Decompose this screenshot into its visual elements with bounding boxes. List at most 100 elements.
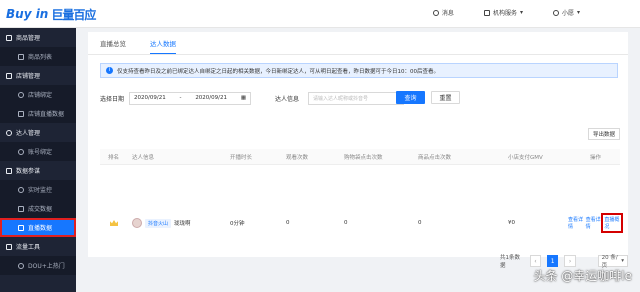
gmv-cell: ¥0 [508,220,515,226]
chevron-down-icon: ▾ [519,9,523,16]
column-header-gmv[interactable]: 小店支付GMV [508,149,543,164]
list-icon [18,53,24,60]
row-actions: 查看详情 查看详情 直播概况 [568,208,623,238]
influencer-name: 珑珑啊 [174,221,191,227]
shop-icon [6,72,12,79]
sidebar-item-label: 商品列表 [28,54,53,61]
tabs-divider [88,54,628,55]
sidebar-item-label: 账号绑定 [28,149,53,156]
logo-zh-text: 巨量百应 [51,7,96,22]
user-name: 小愿 [561,10,574,17]
next-page-button[interactable]: › [564,255,576,267]
sidebar-item-live-data[interactable]: 直播数据 [0,218,76,237]
chevron-down-icon: ▾ [621,258,625,264]
column-header-cart-clicks[interactable]: 购物袋点击次数 [344,149,383,164]
sidebar-item-realtime-monitor[interactable]: 实时监控 [0,180,76,199]
main-panel: 直播总览 达人数据 i 仅支持查看昨日及之前已绑定达人自绑定之日起的相关数据，今… [88,32,629,269]
reset-button[interactable]: 重置 [431,91,460,104]
sidebar-group-label: 流量工具 [16,244,41,251]
product-clicks-cell: 0 [418,220,422,226]
view-detail-link[interactable]: 查看详情 [568,216,584,230]
person-icon [6,129,12,136]
sidebar-item-shop-binding[interactable]: 店铺绑定 [0,85,76,104]
prev-page-button[interactable]: ‹ [529,255,542,267]
logo-en-text: Buy in [6,7,49,21]
sidebar-group-traffic[interactable]: 流量工具 [0,237,76,256]
watermark: 头条 @幸运咖啡le [533,269,632,283]
tab-influencer-data[interactable]: 达人数据 [150,38,176,55]
sidebar-group-label: 店铺管理 [16,73,41,80]
table-header: 排名 达人信息 开播时长 观看次数 购物袋点击次数 商品点击次数 小店支付GMV… [100,149,620,165]
page-number[interactable]: 1 [547,255,559,267]
sidebar-item-deal-data[interactable]: 成交数据 [0,199,76,218]
column-header-views[interactable]: 观看次数 [286,149,308,164]
live-overview-link[interactable]: 直播概况 [601,213,623,233]
influencer-label: 达人信息 [275,95,300,103]
traffic-icon [6,243,12,250]
sidebar-item-shop-live-data[interactable]: 店铺直播数据 [0,104,76,123]
org-icon [483,9,490,16]
org-service-button[interactable]: 机构服务 ▾ [483,8,523,17]
data-icon [6,167,12,174]
export-data-button[interactable]: 导出数据 [588,128,620,140]
table-row: 抖音火山 珑珑啊 0分钟 0 0 0 ¥0 查看详情 查看详情 直播概况 [100,208,623,238]
date-start: 2020/09/21 [134,95,166,101]
live-icon [18,224,24,231]
sidebar-item-product-list[interactable]: 商品列表 [0,47,76,66]
influencer-search-input[interactable]: 请输入达人昵称或抖音号 [308,91,405,105]
date-range-picker[interactable]: 2020/09/21 - 2020/09/21 ▦ [129,91,252,105]
sidebar-item-label: DOU+上热门 [28,263,65,270]
sidebar-item-account-binding[interactable]: 账号绑定 [0,142,76,161]
sidebar-group-label: 达人管理 [16,130,41,137]
views-cell: 0 [286,220,290,226]
filter-bar: 选择日期 2020/09/21 - 2020/09/21 ▦ 达人信息 请输入达… [100,91,620,105]
messages-label: 消息 [441,10,454,17]
crown-icon [110,220,118,226]
page-size-select[interactable]: 20 条/页 ▾ [597,255,629,269]
notice-text: 仅支持查看昨日及之前已绑定达人自绑定之日起的相关数据，今日新绑定达人，可从明日起… [117,68,440,75]
tab-live-overview[interactable]: 直播总览 [100,38,126,55]
fire-icon [18,262,24,269]
box-icon [6,34,12,41]
tab-bar: 直播总览 达人数据 [100,38,176,55]
user-menu[interactable]: 小愿 ▾ [552,8,580,17]
influencer-info[interactable]: 抖音火山 珑珑啊 [132,208,191,238]
view-detail-link-2[interactable]: 查看详情 [586,216,602,230]
rank-crown [110,208,118,238]
calendar-icon: ▦ [240,95,247,101]
brand-logo[interactable]: Buy in 巨量百应 [6,5,96,23]
user-icon [18,91,24,98]
chart-icon [18,110,24,117]
monitor-icon [18,186,24,193]
duration-cell: 0分钟 [230,221,245,227]
document-icon [18,205,24,212]
user-icon [18,148,24,155]
info-icon: i [106,67,113,74]
sidebar-group-label: 数据参谋 [16,168,41,175]
column-header-duration[interactable]: 开播时长 [230,149,252,164]
sidebar-group-products[interactable]: 商品管理 [0,28,76,47]
header-actions: 消息 机构服务 ▾ 小愿 ▾ [432,8,580,17]
date-label: 选择日期 [100,95,125,103]
sidebar-group-data[interactable]: 数据参谋 [0,161,76,180]
column-header-influencer: 达人信息 [132,154,155,161]
search-button[interactable]: 查询 [396,91,425,104]
column-header-action: 操作 [590,154,602,161]
avatar [132,218,142,228]
date-end: 2020/09/21 [195,95,228,101]
cart-clicks-cell: 0 [344,220,348,226]
user-icon [552,9,559,16]
sidebar-item-label: 实时监控 [28,187,53,194]
sidebar-item-label: 成交数据 [28,206,53,213]
platform-tag: 抖音火山 [145,218,172,228]
sidebar-group-influencers[interactable]: 达人管理 [0,123,76,142]
sidebar-group-shops[interactable]: 店铺管理 [0,66,76,85]
sidebar-item-dou-plus[interactable]: DOU+上热门 [0,256,76,275]
column-header-product-clicks[interactable]: 商品点击次数 [418,149,451,164]
sidebar-group-label: 商品管理 [16,35,41,42]
messages-button[interactable]: 消息 [432,8,454,17]
top-header: Buy in 巨量百应 消息 机构服务 ▾ 小愿 ▾ [0,0,640,28]
info-notice: i 仅支持查看昨日及之前已绑定达人自绑定之日起的相关数据，今日新绑定达人，可从明… [100,63,618,78]
date-separator: - [179,95,182,101]
sidebar-item-label: 店铺直播数据 [28,111,65,118]
